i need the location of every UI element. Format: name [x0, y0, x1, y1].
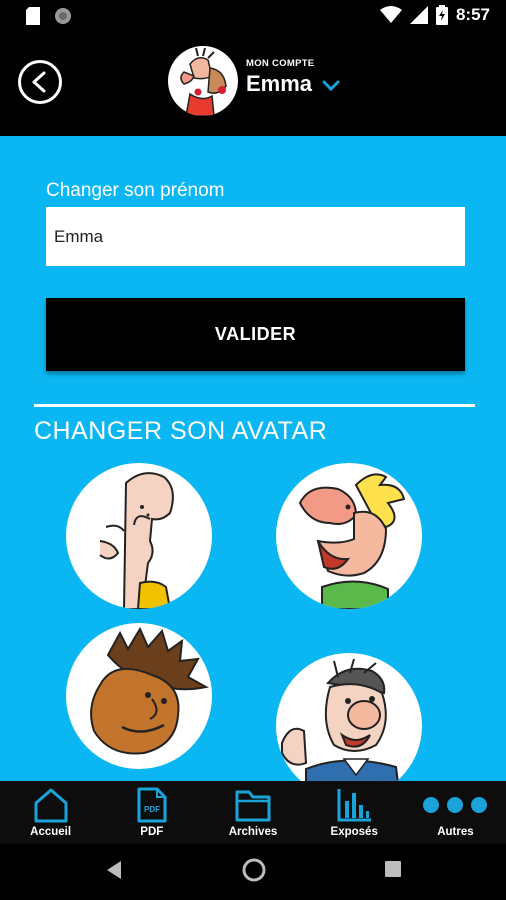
- status-left: [26, 7, 72, 25]
- app-header: MON COMPTE Emma: [0, 32, 506, 136]
- battery-icon: [435, 5, 448, 25]
- system-home-button[interactable]: [241, 857, 267, 888]
- chevron-down-icon: [322, 80, 340, 91]
- circle-home-icon: [242, 858, 266, 882]
- signal-icon: [409, 6, 428, 24]
- avatar-option-4[interactable]: [276, 653, 422, 781]
- name-input[interactable]: [46, 207, 465, 266]
- validate-button[interactable]: VALIDER: [46, 298, 465, 371]
- avatar-section-title: CHANGER SON AVATAR: [34, 417, 328, 445]
- account-name: Emma: [246, 70, 313, 96]
- pdf-icon-text: PDF: [144, 805, 160, 814]
- back-button[interactable]: [18, 60, 62, 104]
- user-avatar: [168, 46, 238, 116]
- name-field-label: Changer son prénom: [46, 180, 225, 201]
- status-time: 8:57: [455, 5, 490, 24]
- cartoon-face-3-icon: [90, 626, 209, 755]
- triangle-back-icon: [107, 861, 121, 879]
- nav-label-accueil: Accueil: [30, 826, 72, 838]
- home-icon: [33, 786, 69, 824]
- more-dots-icon: [422, 786, 488, 824]
- cartoon-face-4-icon: [281, 658, 399, 781]
- account-text: MON COMPTE Emma: [246, 58, 340, 97]
- avatar-option-1[interactable]: [66, 463, 212, 609]
- account-dropdown[interactable]: Emma: [246, 71, 340, 97]
- avatar-option-2[interactable]: [276, 463, 422, 609]
- nav-archives[interactable]: Archives: [202, 781, 303, 844]
- avatar-option-3[interactable]: [66, 623, 212, 769]
- nav-label-exposes: Exposés: [330, 826, 378, 838]
- nav-exposes[interactable]: Exposés: [304, 781, 405, 844]
- sd-card-icon: [26, 7, 40, 25]
- section-divider: [34, 404, 475, 407]
- system-nav-bar: [0, 844, 506, 900]
- pdf-file-icon: PDF: [137, 786, 167, 824]
- nav-label-pdf: PDF: [140, 826, 164, 838]
- wifi-icon: [379, 6, 402, 23]
- account-switcher[interactable]: MON COMPTE Emma: [168, 46, 340, 116]
- notification-circle-icon: [55, 8, 71, 24]
- bottom-nav: Accueil PDF PDF Archives Exposés Autres: [0, 781, 506, 844]
- cartoon-face-1-icon: [99, 472, 174, 609]
- chevron-left-icon: [32, 71, 46, 93]
- system-back-button[interactable]: [104, 859, 124, 886]
- account-caption: MON COMPTE: [246, 57, 315, 69]
- system-recents-button[interactable]: [384, 860, 402, 883]
- cartoon-face-2-icon: [298, 473, 406, 609]
- nav-accueil[interactable]: Accueil: [0, 781, 101, 844]
- nav-label-autres: Autres: [437, 826, 474, 838]
- nav-autres[interactable]: Autres: [405, 781, 506, 844]
- status-bar: 8:57: [0, 0, 506, 32]
- nav-pdf[interactable]: PDF PDF: [101, 781, 202, 844]
- bar-chart-icon: [336, 786, 372, 824]
- status-right: 8:57: [379, 5, 490, 25]
- square-recents-icon: [385, 861, 401, 877]
- folder-icon: [235, 786, 271, 824]
- main-content: Changer son prénom VALIDER CHANGER SON A…: [0, 136, 506, 781]
- nav-label-archives: Archives: [228, 826, 278, 838]
